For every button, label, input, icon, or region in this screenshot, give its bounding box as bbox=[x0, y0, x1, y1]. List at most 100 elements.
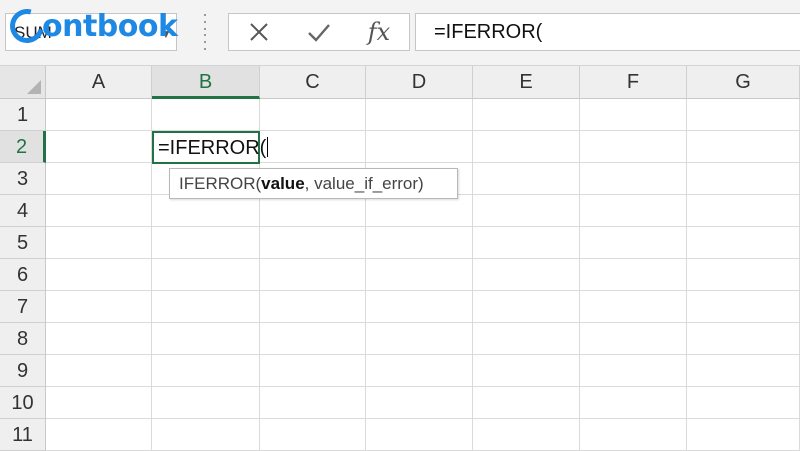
row-header-6[interactable]: 6 bbox=[0, 259, 46, 291]
cell[interactable] bbox=[366, 259, 473, 291]
cell[interactable] bbox=[260, 387, 366, 419]
cell[interactable] bbox=[473, 291, 580, 323]
formula-bar-input[interactable]: =IFERROR( bbox=[415, 13, 800, 51]
cell[interactable] bbox=[260, 227, 366, 259]
column-header-g[interactable]: G bbox=[687, 66, 800, 99]
cell[interactable] bbox=[473, 99, 580, 131]
select-all-button[interactable] bbox=[0, 66, 46, 99]
cell[interactable] bbox=[260, 355, 366, 387]
cell[interactable] bbox=[366, 387, 473, 419]
cell[interactable] bbox=[580, 259, 687, 291]
row-header-10[interactable]: 10 bbox=[0, 387, 46, 419]
cell[interactable] bbox=[687, 227, 800, 259]
cell[interactable] bbox=[46, 387, 152, 419]
cell[interactable] bbox=[46, 323, 152, 355]
cell[interactable] bbox=[473, 227, 580, 259]
cell[interactable] bbox=[580, 355, 687, 387]
cell[interactable] bbox=[687, 323, 800, 355]
active-cell-b2[interactable]: =IFERROR( bbox=[152, 131, 269, 164]
tooltip-current-arg[interactable]: value bbox=[261, 174, 304, 193]
cell[interactable] bbox=[580, 291, 687, 323]
cell[interactable] bbox=[580, 163, 687, 195]
column-header-f[interactable]: F bbox=[580, 66, 687, 99]
toolbar-separator-grip[interactable] bbox=[203, 14, 207, 50]
column-header-d[interactable]: D bbox=[366, 66, 473, 99]
column-header-a[interactable]: A bbox=[46, 66, 152, 99]
cell[interactable] bbox=[580, 131, 687, 163]
cell[interactable] bbox=[580, 387, 687, 419]
cell[interactable] bbox=[687, 163, 800, 195]
cell[interactable] bbox=[260, 259, 366, 291]
cell[interactable] bbox=[46, 163, 152, 195]
cell[interactable] bbox=[46, 291, 152, 323]
cell[interactable] bbox=[473, 195, 580, 227]
cell[interactable] bbox=[580, 323, 687, 355]
cell[interactable] bbox=[260, 131, 366, 163]
cell[interactable] bbox=[260, 323, 366, 355]
cell[interactable] bbox=[260, 195, 366, 227]
cell[interactable] bbox=[580, 419, 687, 451]
cancel-button[interactable] bbox=[229, 14, 289, 50]
row-header-11[interactable]: 11 bbox=[0, 419, 46, 451]
cell[interactable] bbox=[366, 355, 473, 387]
cell[interactable] bbox=[46, 227, 152, 259]
cell[interactable] bbox=[260, 99, 366, 131]
cell[interactable] bbox=[687, 355, 800, 387]
cell[interactable] bbox=[473, 131, 580, 163]
cell[interactable] bbox=[580, 99, 687, 131]
column-header-c[interactable]: C bbox=[260, 66, 366, 99]
cell[interactable] bbox=[580, 195, 687, 227]
cell[interactable] bbox=[46, 419, 152, 451]
cell[interactable] bbox=[687, 419, 800, 451]
cell[interactable] bbox=[366, 195, 473, 227]
cell[interactable] bbox=[46, 131, 152, 163]
cell[interactable] bbox=[687, 99, 800, 131]
cell[interactable] bbox=[46, 259, 152, 291]
cell[interactable] bbox=[366, 419, 473, 451]
tooltip-text[interactable]: IFERROR(value, value_if_error) bbox=[179, 174, 424, 194]
cell[interactable] bbox=[473, 323, 580, 355]
column-header-e[interactable]: E bbox=[473, 66, 580, 99]
row-header-5[interactable]: 5 bbox=[0, 227, 46, 259]
row-header-9[interactable]: 9 bbox=[0, 355, 46, 387]
row-header-3[interactable]: 3 bbox=[0, 163, 46, 195]
cell[interactable] bbox=[473, 163, 580, 195]
column-header-b[interactable]: B bbox=[152, 66, 260, 99]
row-header-7[interactable]: 7 bbox=[0, 291, 46, 323]
cell[interactable] bbox=[687, 387, 800, 419]
cell[interactable] bbox=[687, 259, 800, 291]
cell[interactable] bbox=[366, 323, 473, 355]
cell[interactable] bbox=[46, 195, 152, 227]
cell[interactable] bbox=[152, 419, 260, 451]
row-header-2[interactable]: 2 bbox=[0, 131, 46, 163]
cell[interactable] bbox=[260, 419, 366, 451]
cell[interactable] bbox=[473, 387, 580, 419]
cell[interactable] bbox=[152, 259, 260, 291]
row-header-4[interactable]: 4 bbox=[0, 195, 46, 227]
cell[interactable] bbox=[687, 195, 800, 227]
cell[interactable] bbox=[152, 99, 260, 131]
cell[interactable] bbox=[473, 419, 580, 451]
row-header-1[interactable]: 1 bbox=[0, 99, 46, 131]
cell[interactable] bbox=[152, 227, 260, 259]
cell[interactable] bbox=[152, 291, 260, 323]
cell[interactable] bbox=[152, 387, 260, 419]
cell[interactable] bbox=[366, 291, 473, 323]
cell[interactable] bbox=[687, 131, 800, 163]
cell[interactable] bbox=[46, 99, 152, 131]
cell[interactable] bbox=[473, 259, 580, 291]
cell[interactable] bbox=[260, 291, 366, 323]
cell[interactable] bbox=[366, 131, 473, 163]
cell[interactable] bbox=[366, 99, 473, 131]
cell[interactable] bbox=[152, 195, 260, 227]
cell[interactable] bbox=[366, 227, 473, 259]
cell[interactable] bbox=[46, 355, 152, 387]
insert-function-button[interactable]: fx bbox=[349, 14, 409, 50]
enter-button[interactable] bbox=[289, 14, 349, 50]
cell[interactable] bbox=[152, 323, 260, 355]
cell[interactable] bbox=[473, 355, 580, 387]
cell[interactable] bbox=[687, 291, 800, 323]
row-header-8[interactable]: 8 bbox=[0, 323, 46, 355]
cell[interactable] bbox=[580, 227, 687, 259]
cell[interactable] bbox=[152, 355, 260, 387]
